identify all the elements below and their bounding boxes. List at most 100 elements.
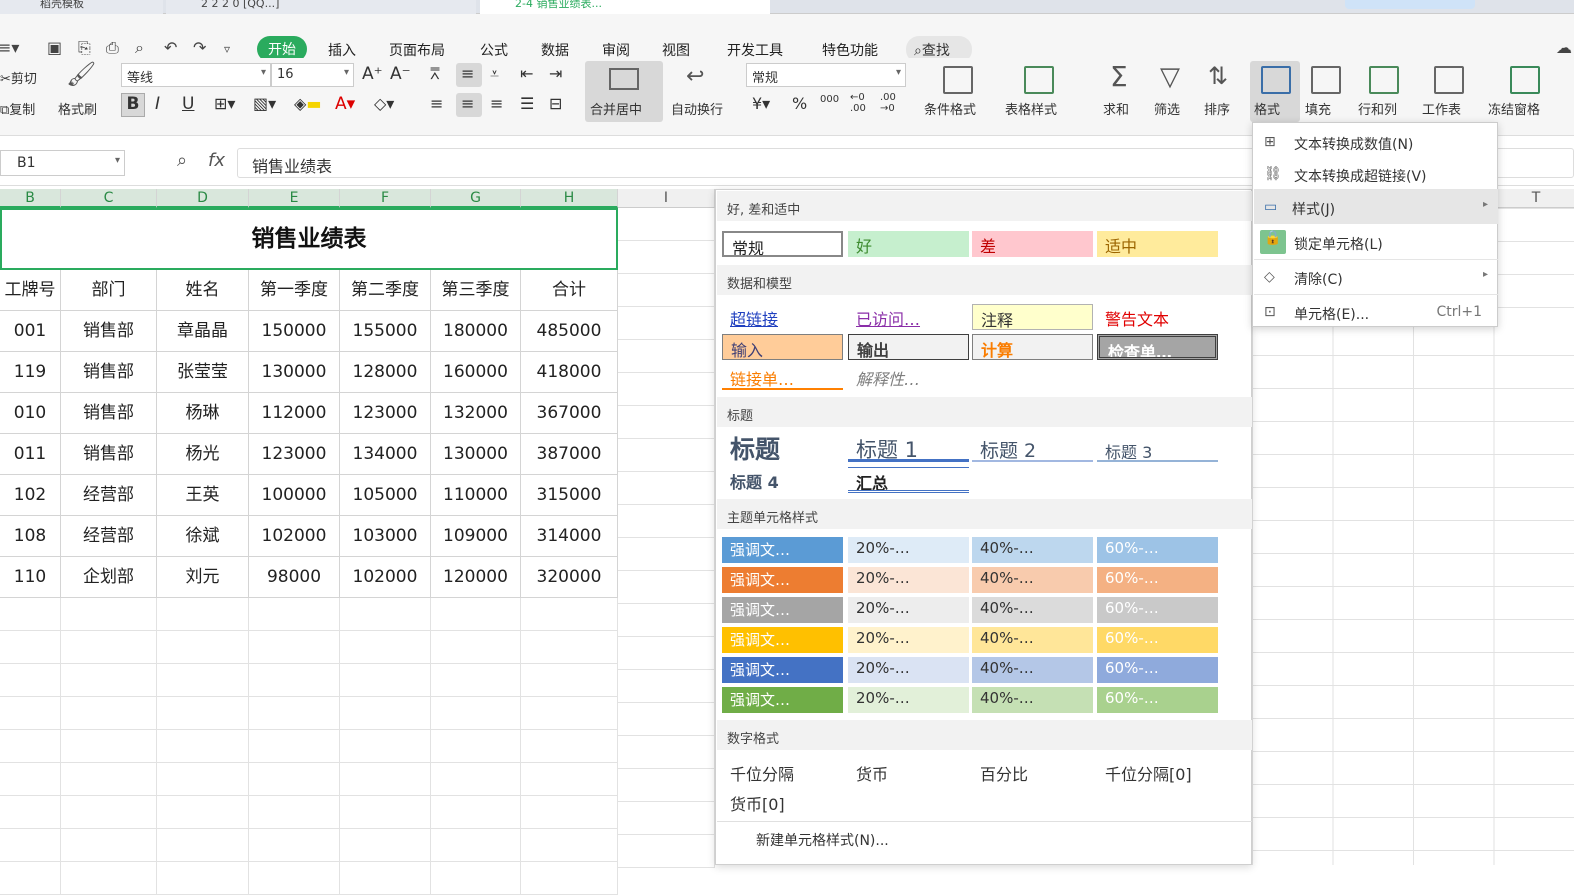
worksheet-button[interactable]: 工作表 — [1422, 99, 1461, 118]
empty-cell[interactable] — [61, 829, 157, 862]
column-heading[interactable]: 工牌号 — [0, 270, 61, 311]
style-comma[interactable]: 千位分隔 — [722, 759, 843, 785]
empty-cell[interactable] — [431, 796, 521, 829]
decimal-decrease-icon[interactable]: .00 →0 — [880, 92, 896, 114]
empty-cell[interactable] — [61, 598, 157, 631]
empty-cell[interactable] — [431, 730, 521, 763]
table-cell[interactable]: 123000 — [340, 393, 431, 434]
empty-cell[interactable] — [521, 598, 618, 631]
empty-cell[interactable] — [61, 862, 157, 895]
theme-style-swatch[interactable]: 40%-… — [972, 597, 1093, 623]
column-heading[interactable]: 第二季度 — [340, 270, 431, 311]
decimal-increase-icon[interactable]: ←0.00 — [850, 92, 866, 114]
empty-cell[interactable] — [0, 829, 61, 862]
empty-cell[interactable] — [618, 373, 715, 406]
save-icon[interactable]: ▣ — [47, 38, 62, 57]
empty-cell[interactable] — [521, 763, 618, 796]
column-heading[interactable]: 部门 — [61, 270, 157, 311]
style-hyperlink[interactable]: 超链接 — [722, 304, 843, 330]
style-output[interactable]: 输出 — [848, 334, 969, 360]
fill-style-icon[interactable]: ▧▾ — [253, 94, 276, 113]
print-preview-icon[interactable]: ⌕ — [135, 38, 144, 58]
table-cell[interactable]: 杨光 — [157, 434, 249, 475]
empty-cell[interactable] — [61, 697, 157, 730]
theme-style-swatch[interactable]: 60%-… — [1097, 687, 1218, 713]
column-header-f[interactable]: F — [340, 189, 431, 208]
style-heading3[interactable]: 标题 3 — [1097, 434, 1218, 462]
empty-cell[interactable] — [618, 835, 715, 868]
empty-cell[interactable] — [340, 664, 431, 697]
customize-icon[interactable]: ▿ — [224, 42, 230, 56]
empty-cell[interactable] — [431, 598, 521, 631]
theme-style-swatch[interactable]: 60%-… — [1097, 567, 1218, 593]
style-comma0[interactable]: 千位分隔[0] — [1097, 759, 1218, 785]
theme-style-swatch[interactable]: 20%-… — [848, 597, 969, 623]
name-box[interactable]: B1 ▾ — [0, 150, 125, 176]
empty-cell[interactable] — [249, 796, 340, 829]
table-cell[interactable]: 108 — [0, 516, 61, 557]
column-header-c[interactable]: C — [61, 189, 157, 208]
empty-cell[interactable] — [521, 664, 618, 697]
theme-style-swatch[interactable]: 20%-… — [848, 687, 969, 713]
table-cell[interactable]: 徐斌 — [157, 516, 249, 557]
empty-cell[interactable] — [157, 697, 249, 730]
menu-view[interactable]: 视图 — [662, 40, 690, 60]
table-cell[interactable]: 180000 — [431, 311, 521, 352]
menu-style[interactable]: ▭ 样式(J) ▸ — [1254, 190, 1498, 224]
empty-cell[interactable] — [340, 631, 431, 664]
table-cell[interactable]: 011 — [0, 434, 61, 475]
row-col-button[interactable]: 行和列 — [1358, 99, 1397, 118]
wrap-text-button[interactable]: 自动换行 — [671, 99, 723, 118]
distribute-icon[interactable]: ⊟ — [549, 94, 562, 113]
style-good[interactable]: 好 — [848, 231, 969, 257]
empty-cell[interactable] — [618, 241, 715, 274]
table-cell[interactable]: 105000 — [340, 475, 431, 516]
currency-icon[interactable]: ¥▾ — [752, 94, 770, 113]
menu-page-layout[interactable]: 页面布局 — [389, 40, 445, 60]
style-bad[interactable]: 差 — [972, 231, 1093, 257]
empty-cell[interactable] — [61, 763, 157, 796]
freeze-panes-button[interactable]: 冻结窗格 — [1488, 99, 1540, 118]
style-warning[interactable]: 警告文本 — [1097, 304, 1218, 330]
fill-icon[interactable] — [1311, 66, 1341, 94]
empty-cell[interactable] — [431, 697, 521, 730]
fx-icon[interactable]: fx — [208, 150, 225, 171]
style-explanatory[interactable]: 解释性… — [848, 364, 969, 390]
empty-cell[interactable] — [521, 697, 618, 730]
column-header-e[interactable]: E — [249, 189, 340, 208]
empty-cell[interactable] — [618, 637, 715, 670]
merge-center-icon[interactable] — [609, 68, 639, 90]
empty-cell[interactable] — [618, 703, 715, 736]
table-cell[interactable]: 销售部 — [61, 311, 157, 352]
table-cell[interactable]: 314000 — [521, 516, 618, 557]
theme-style-swatch[interactable]: 60%-… — [1097, 597, 1218, 623]
menu-cell-format[interactable]: ⊡ 单元格(E)... Ctrl+1 — [1254, 295, 1498, 329]
empty-cell[interactable] — [0, 730, 61, 763]
empty-cell[interactable] — [0, 598, 61, 631]
empty-cell[interactable] — [521, 730, 618, 763]
style-heading1[interactable]: 标题 1 — [848, 434, 969, 462]
percent-icon[interactable]: % — [792, 94, 807, 113]
empty-cell[interactable] — [249, 631, 340, 664]
border-icon[interactable]: ⊞▾ — [214, 94, 235, 113]
theme-style-swatch[interactable]: 40%-… — [972, 567, 1093, 593]
theme-style-swatch[interactable]: 强调文… — [722, 657, 843, 683]
table-cell[interactable]: 103000 — [340, 516, 431, 557]
worksheet-icon[interactable] — [1434, 66, 1464, 94]
theme-style-swatch[interactable]: 20%-… — [848, 657, 969, 683]
empty-cell[interactable] — [618, 604, 715, 637]
column-heading[interactable]: 姓名 — [157, 270, 249, 311]
empty-cell[interactable] — [618, 538, 715, 571]
empty-cell[interactable] — [618, 406, 715, 439]
empty-cell[interactable] — [249, 829, 340, 862]
style-linked-cell[interactable]: 链接单… — [722, 364, 843, 390]
font-size-select[interactable]: 16 — [271, 63, 354, 87]
underline-button[interactable]: U — [182, 94, 194, 114]
print-icon[interactable]: ⎙ — [106, 38, 119, 58]
empty-cell[interactable] — [61, 631, 157, 664]
table-cell[interactable]: 杨琳 — [157, 393, 249, 434]
empty-cell[interactable] — [0, 862, 61, 895]
indent-decrease-icon[interactable]: ⇤ — [520, 64, 533, 83]
style-heading4[interactable]: 标题 4 — [722, 467, 843, 493]
align-top-icon[interactable]: ⩞ — [430, 64, 440, 84]
